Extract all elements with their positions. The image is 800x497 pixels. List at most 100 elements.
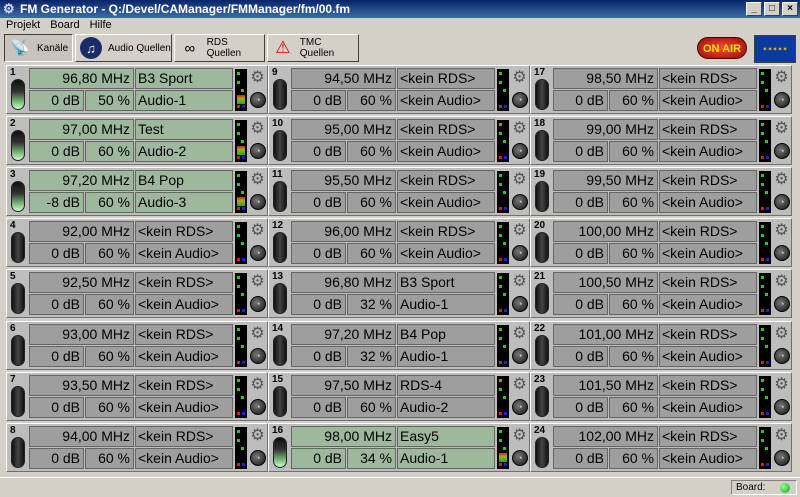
volume-field[interactable]: 60 % [85, 448, 134, 469]
rds-source-field[interactable]: <kein RDS> [659, 119, 757, 140]
settings-gear-icon[interactable]: ⚙ [773, 376, 790, 394]
volume-knob-icon[interactable]: ◔ [512, 450, 528, 466]
tab-kanaele[interactable]: 📡 Kanäle [4, 34, 73, 62]
level-field[interactable]: 0 dB [291, 294, 346, 315]
frequency-field[interactable]: 97,00 MHz [29, 119, 134, 140]
frequency-field[interactable]: 99,50 MHz [553, 170, 658, 191]
settings-gear-icon[interactable]: ⚙ [773, 222, 790, 240]
frequency-field[interactable]: 97,20 MHz [291, 324, 396, 345]
level-field[interactable]: 0 dB [553, 192, 608, 213]
frequency-field[interactable]: 94,50 MHz [291, 68, 396, 89]
settings-gear-icon[interactable]: ⚙ [511, 69, 528, 87]
channel-toggle-switch[interactable] [535, 335, 549, 366]
volume-field[interactable]: 60 % [85, 243, 134, 264]
rds-source-field[interactable]: <kein RDS> [659, 426, 757, 447]
level-field[interactable]: 0 dB [29, 141, 84, 162]
channel-toggle-switch[interactable] [535, 130, 549, 161]
settings-gear-icon[interactable]: ⚙ [511, 376, 528, 394]
volume-knob-icon[interactable]: ◔ [512, 92, 528, 108]
channel-toggle-switch[interactable] [273, 232, 287, 263]
channel-toggle-switch[interactable] [535, 232, 549, 263]
volume-knob-icon[interactable]: ◔ [250, 399, 266, 415]
audio-source-field[interactable]: <kein Audio> [659, 294, 757, 315]
volume-knob-icon[interactable]: ◔ [774, 143, 790, 159]
volume-field[interactable]: 60 % [609, 397, 658, 418]
settings-gear-icon[interactable]: ⚙ [249, 273, 266, 291]
frequency-field[interactable]: 97,50 MHz [291, 375, 396, 396]
frequency-field[interactable]: 98,50 MHz [553, 68, 658, 89]
level-field[interactable]: 0 dB [29, 448, 84, 469]
settings-gear-icon[interactable]: ⚙ [249, 376, 266, 394]
audio-source-field[interactable]: Audio-1 [397, 294, 495, 315]
rds-source-field[interactable]: B4 Pop [135, 170, 233, 191]
volume-knob-icon[interactable]: ◔ [250, 348, 266, 364]
rds-source-field[interactable]: Easy5 [397, 426, 495, 447]
audio-source-field[interactable]: <kein Audio> [659, 243, 757, 264]
volume-field[interactable]: 60 % [347, 192, 396, 213]
rds-source-field[interactable]: <kein RDS> [397, 68, 495, 89]
rds-source-field[interactable]: <kein RDS> [659, 170, 757, 191]
frequency-field[interactable]: 100,00 MHz [553, 221, 658, 242]
volume-knob-icon[interactable]: ◔ [512, 296, 528, 312]
settings-gear-icon[interactable]: ⚙ [773, 120, 790, 138]
volume-knob-icon[interactable]: ◔ [250, 245, 266, 261]
rds-source-field[interactable]: <kein RDS> [135, 426, 233, 447]
volume-knob-icon[interactable]: ◔ [250, 450, 266, 466]
volume-knob-icon[interactable]: ◔ [774, 399, 790, 415]
volume-field[interactable]: 60 % [347, 243, 396, 264]
settings-gear-icon[interactable]: ⚙ [511, 273, 528, 291]
volume-field[interactable]: 60 % [85, 294, 134, 315]
audio-source-field[interactable]: <kein Audio> [135, 346, 233, 367]
audio-source-field[interactable]: <kein Audio> [659, 90, 757, 111]
settings-gear-icon[interactable]: ⚙ [511, 120, 528, 138]
settings-gear-icon[interactable]: ⚙ [249, 222, 266, 240]
level-field[interactable]: 0 dB [291, 90, 346, 111]
level-field[interactable]: 0 dB [553, 141, 608, 162]
rds-source-field[interactable]: <kein RDS> [397, 221, 495, 242]
volume-field[interactable]: 60 % [347, 90, 396, 111]
frequency-field[interactable]: 99,00 MHz [553, 119, 658, 140]
channel-toggle-switch[interactable] [11, 283, 25, 314]
channel-toggle-switch[interactable] [11, 335, 25, 366]
volume-field[interactable]: 60 % [609, 192, 658, 213]
frequency-field[interactable]: 95,50 MHz [291, 170, 396, 191]
audio-source-field[interactable]: Audio-1 [135, 90, 233, 111]
audio-source-field[interactable]: Audio-3 [135, 192, 233, 213]
volume-knob-icon[interactable]: ◔ [774, 194, 790, 210]
frequency-field[interactable]: 93,50 MHz [29, 375, 134, 396]
level-field[interactable]: 0 dB [29, 346, 84, 367]
volume-field[interactable]: 60 % [609, 141, 658, 162]
level-field[interactable]: 0 dB [291, 192, 346, 213]
volume-field[interactable]: 50 % [85, 90, 134, 111]
close-button[interactable]: × [782, 2, 798, 16]
level-field[interactable]: 0 dB [553, 397, 608, 418]
channel-toggle-switch[interactable] [535, 437, 549, 468]
rds-source-field[interactable]: B3 Sport [397, 272, 495, 293]
volume-field[interactable]: 60 % [609, 243, 658, 264]
maximize-button[interactable]: □ [764, 2, 780, 16]
volume-field[interactable]: 60 % [85, 192, 134, 213]
audio-source-field[interactable]: Audio-2 [397, 397, 495, 418]
rds-source-field[interactable]: <kein RDS> [135, 221, 233, 242]
settings-gear-icon[interactable]: ⚙ [773, 325, 790, 343]
level-field[interactable]: 0 dB [29, 90, 84, 111]
channel-toggle-switch[interactable] [535, 181, 549, 212]
volume-knob-icon[interactable]: ◔ [774, 92, 790, 108]
volume-knob-icon[interactable]: ◔ [250, 194, 266, 210]
volume-field[interactable]: 34 % [347, 448, 396, 469]
audio-source-field[interactable]: <kein Audio> [135, 397, 233, 418]
level-field[interactable]: 0 dB [291, 397, 346, 418]
rds-source-field[interactable]: <kein RDS> [135, 324, 233, 345]
audio-source-field[interactable]: <kein Audio> [135, 448, 233, 469]
volume-field[interactable]: 60 % [609, 90, 658, 111]
volume-field[interactable]: 60 % [609, 294, 658, 315]
channel-toggle-switch[interactable] [535, 283, 549, 314]
frequency-field[interactable]: 100,50 MHz [553, 272, 658, 293]
volume-knob-icon[interactable]: ◔ [512, 194, 528, 210]
volume-knob-icon[interactable]: ◔ [512, 245, 528, 261]
rds-source-field[interactable]: <kein RDS> [659, 324, 757, 345]
rds-source-field[interactable]: <kein RDS> [659, 272, 757, 293]
audio-source-field[interactable]: <kein Audio> [659, 448, 757, 469]
frequency-field[interactable]: 95,00 MHz [291, 119, 396, 140]
channel-toggle-switch[interactable] [273, 386, 287, 417]
